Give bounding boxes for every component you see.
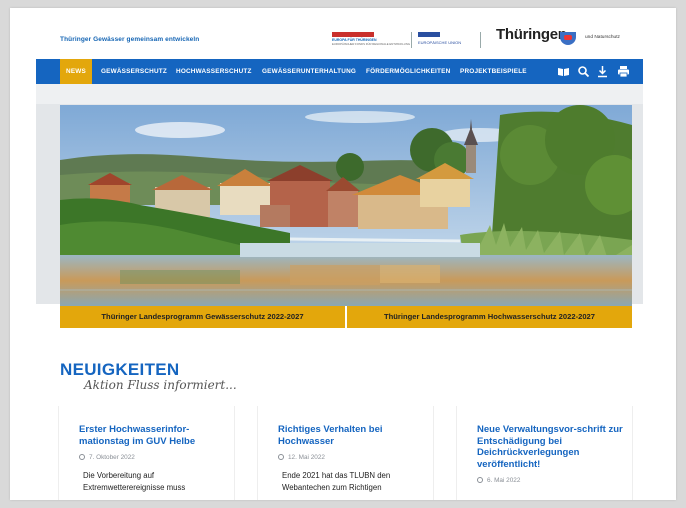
- print-icon[interactable]: [617, 65, 630, 78]
- nav-item-foerdermoeglichkeiten[interactable]: FÖRDERMÖGLICHKEITEN: [366, 59, 450, 84]
- nav-item-gewaesserschutz[interactable]: GEWÄSSERSCHUTZ: [101, 59, 167, 84]
- ministry-text: und Naturschutz: [585, 35, 620, 40]
- book-icon[interactable]: [557, 65, 570, 78]
- news-card-title[interactable]: Neue Verwaltungsvor-schrift zur Entschäd…: [477, 424, 627, 470]
- nav-item-hochwasserschutz[interactable]: HOCHWASSERSCHUTZ: [176, 59, 252, 84]
- news-card-excerpt: Die Vorbereitung auf Extremwetterereigni…: [83, 471, 186, 492]
- eu-logo[interactable]: EUROPÄISCHE UNION: [418, 32, 478, 48]
- news-card-date: 7. Oktober 2022: [79, 454, 135, 461]
- clock-icon: [278, 454, 284, 460]
- nav-item-projektbeispiele[interactable]: PROJEKTBEISPIELE: [460, 59, 527, 84]
- download-icon[interactable]: [596, 65, 609, 78]
- news-card-excerpt: Ende 2021 hat das TLUBN den Webantechen …: [282, 471, 391, 492]
- main-navigation: NEWS GEWÄSSERSCHUTZ HOCHWASSERSCHUTZ GEW…: [36, 59, 643, 84]
- crest-icon: [560, 32, 576, 45]
- search-icon[interactable]: [577, 65, 590, 78]
- news-card-title[interactable]: Richtiges Verhalten bei Hochwasser: [278, 424, 428, 447]
- clock-icon: [477, 477, 483, 483]
- hero-image: [60, 105, 632, 306]
- hochwasserschutz-program-button[interactable]: Thüringer Landesprogramm Hochwasserschut…: [347, 306, 632, 328]
- news-card-date: 12. Mai 2022: [278, 454, 325, 461]
- gewaesserschutz-program-button[interactable]: Thüringer Landesprogramm Gewässerschutz …: [60, 306, 345, 328]
- news-card[interactable]: Richtiges Verhalten bei Hochwasser 12. M…: [257, 406, 434, 500]
- nav-item-news[interactable]: NEWS: [60, 59, 92, 84]
- news-section-subtitle: Aktion Fluss informiert...: [84, 378, 237, 392]
- nav-item-gewaesserunterhaltung[interactable]: GEWÄSSERUNTERHALTUNG: [262, 59, 356, 84]
- news-card-date: 6. Mai 2022: [477, 477, 520, 484]
- program-buttons: Thüringer Landesprogramm Gewässerschutz …: [60, 306, 632, 328]
- efre-logo[interactable]: EUROPA FÜR THÜRINGEN EUROPÄISCHER FONDS …: [330, 32, 410, 48]
- news-section-title: NEUIGKEITEN: [60, 360, 180, 379]
- thueringen-logo[interactable]: Thüringen: [496, 26, 567, 43]
- news-card-title[interactable]: Erster Hochwasserinfor-mationstag im GUV…: [79, 424, 229, 447]
- news-card[interactable]: Erster Hochwasserinfor-mationstag im GUV…: [58, 406, 235, 500]
- site-header: Thüringer Gewässer gemeinsam entwickeln …: [10, 8, 676, 58]
- site-tagline[interactable]: Thüringer Gewässer gemeinsam entwickeln: [60, 36, 199, 43]
- sub-navigation-bar: [36, 84, 643, 104]
- page: Thüringer Gewässer gemeinsam entwickeln …: [10, 8, 676, 500]
- news-card[interactable]: Neue Verwaltungsvor-schrift zur Entschäd…: [456, 406, 633, 500]
- clock-icon: [79, 454, 85, 460]
